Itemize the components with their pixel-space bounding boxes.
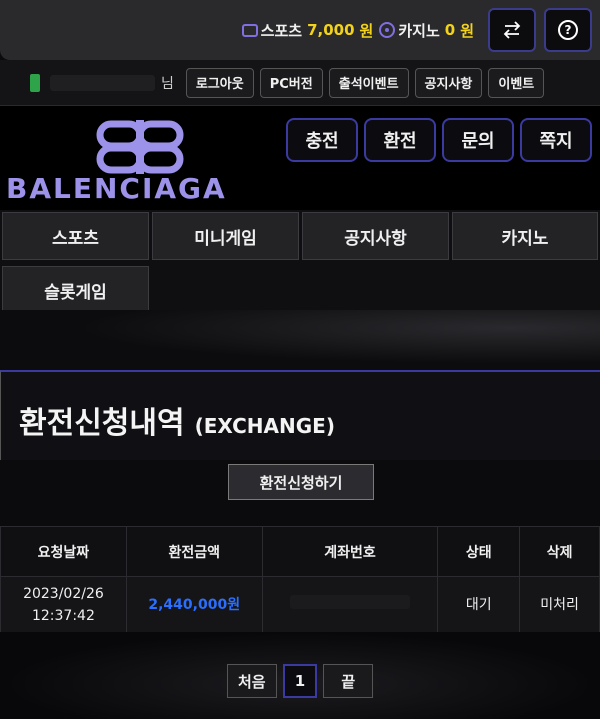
casino-label: 카지노 (398, 21, 440, 40)
cell-action: 미처리 (519, 576, 600, 633)
message-button[interactable]: 쪽지 (520, 118, 592, 162)
page-current-button[interactable]: 1 (282, 664, 318, 698)
cell-account (261, 576, 439, 633)
sports-unit: 원 (359, 21, 374, 40)
cell-amount: 2,440,000원 (125, 576, 263, 633)
page-title: 환전신청내역 (EXCHANGE) (19, 398, 335, 442)
page-last-button[interactable]: 끝 (323, 664, 374, 698)
transfer-arrows-icon (503, 21, 521, 39)
hero-banner (0, 310, 600, 370)
casino-chip-icon (379, 22, 396, 38)
sports-amount: 7,000 (307, 21, 355, 39)
nav-minigame[interactable]: 미니게임 (152, 212, 299, 260)
table-header-row: 요청날짜 환전금액 계좌번호 상태 삭제 (0, 526, 600, 577)
col-status: 상태 (437, 526, 521, 577)
exchange-button[interactable]: 환전 (364, 118, 436, 162)
nav-slot[interactable]: 슬롯게임 (2, 266, 149, 314)
question-icon: ? (558, 20, 578, 40)
casino-balance: 카지노 0 원 (379, 20, 474, 41)
pagination: 처음 1 끝 (0, 664, 600, 698)
table-row: 2023/02/26 12:37:42 2,440,000원 대기 미처리 (0, 576, 600, 633)
exchange-panel: 환전신청내역 (EXCHANGE) (0, 370, 600, 460)
nav-casino[interactable]: 카지노 (452, 212, 598, 260)
exchange-request-button[interactable]: 환전신청하기 (228, 464, 374, 500)
deposit-button[interactable]: 충전 (286, 118, 358, 162)
balenciaga-logo-icon[interactable] (92, 118, 188, 178)
col-account: 계좌번호 (261, 526, 439, 577)
col-delete: 삭제 (519, 526, 600, 577)
nav-notice[interactable]: 공지사항 (302, 212, 449, 260)
help-button[interactable]: ? (544, 8, 592, 52)
cell-date-day: 2023/02/26 (23, 585, 104, 602)
wallet-icon (241, 23, 258, 37)
level-icon (30, 73, 40, 92)
honorific: 님 (161, 75, 174, 92)
page-first-button[interactable]: 처음 (226, 664, 277, 698)
transfer-button[interactable] (488, 8, 536, 52)
cell-date-time: 12:37:42 (31, 607, 95, 624)
event-button[interactable]: 이벤트 (488, 67, 545, 98)
casino-amount: 0 (444, 21, 456, 39)
attendance-event-button[interactable]: 출석이벤트 (328, 67, 409, 98)
nav-sports[interactable]: 스포츠 (2, 212, 149, 260)
col-amount: 환전금액 (125, 526, 263, 577)
col-request-date: 요청날짜 (0, 526, 127, 577)
user-bar: 님 로그아웃 PC버전 출석이벤트 공지사항 이벤트 (0, 60, 600, 106)
sports-balance: 스포츠 7,000 원 (241, 20, 374, 41)
exchange-history-table: 요청날짜 환전금액 계좌번호 상태 삭제 2023/02/26 12:37:42… (0, 526, 600, 633)
logout-button[interactable]: 로그아웃 (185, 67, 254, 98)
notice-button[interactable]: 공지사항 (414, 67, 483, 98)
pc-version-button[interactable]: PC버전 (259, 67, 323, 98)
logo-text[interactable]: BALENCIAGA (6, 172, 276, 205)
account-redacted (290, 594, 411, 609)
casino-unit: 원 (460, 21, 474, 40)
page-title-en: (EXCHANGE) (194, 414, 335, 438)
cell-status: 대기 (437, 576, 521, 633)
balance-bar: 스포츠 7,000 원 카지노 0 원 ? (0, 0, 600, 60)
page-title-ko: 환전신청내역 (19, 406, 185, 441)
inquiry-button[interactable]: 문의 (442, 118, 514, 162)
cell-date: 2023/02/26 12:37:42 (0, 576, 127, 633)
username-redacted (50, 74, 155, 91)
sports-label: 스포츠 (260, 21, 303, 40)
